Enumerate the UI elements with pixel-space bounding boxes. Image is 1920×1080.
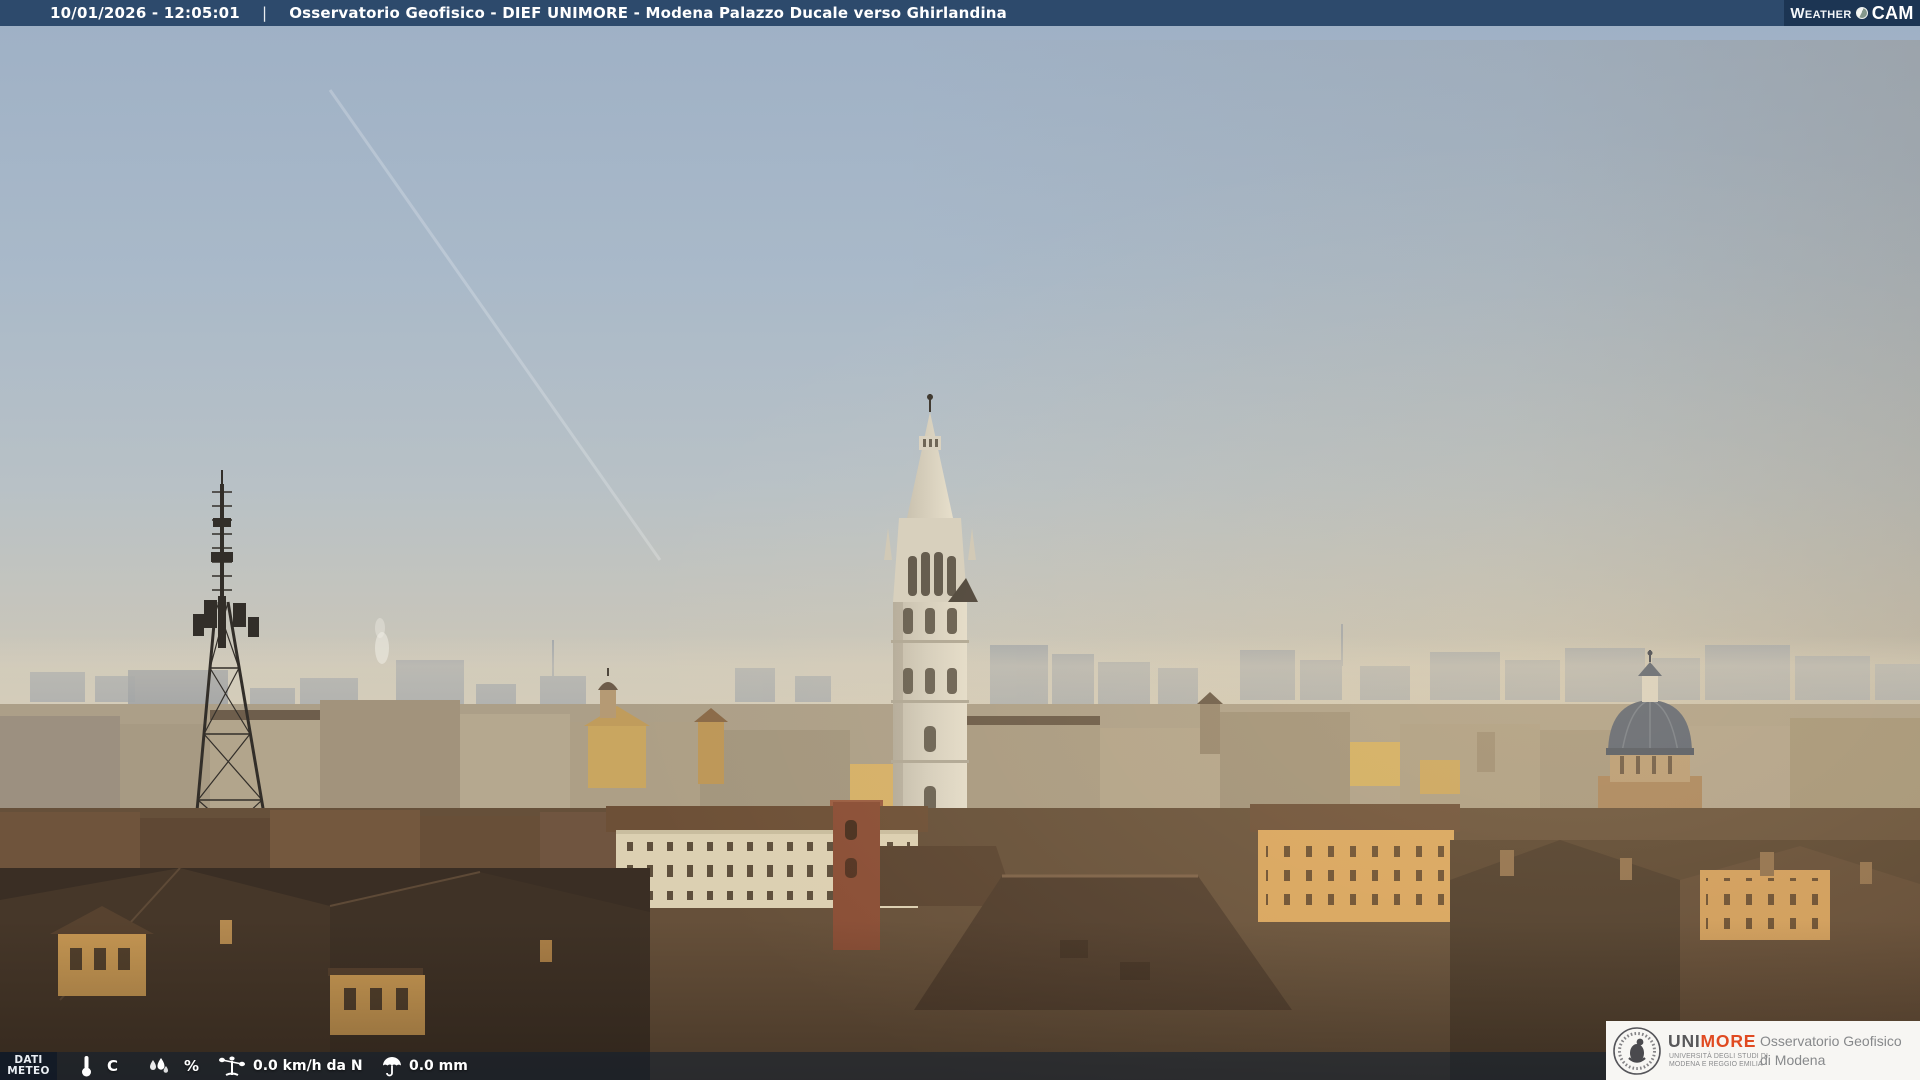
anemometer-icon (219, 1056, 245, 1076)
camera-title: Osservatorio Geofisico - DIEF UNIMORE - … (289, 4, 1008, 22)
unimore-seal-icon (1613, 1027, 1661, 1075)
weathercam-badge[interactable]: Weather CAM (1784, 0, 1920, 26)
dati-meteo-label: DATI METEO (0, 1052, 57, 1080)
cam-label: CAM (1871, 2, 1914, 23)
droplets-icon (150, 1058, 168, 1073)
separator: | (261, 4, 268, 22)
humidity-reading: % (146, 1052, 199, 1080)
more-text: MORE (1700, 1031, 1757, 1051)
sunlight-glow (0, 0, 1920, 1080)
umbrella-icon (383, 1056, 401, 1076)
thermometer-icon (82, 1056, 91, 1077)
rain-value: 0.0 mm (409, 1058, 468, 1074)
title-bar: 10/01/2026 - 12:05:01 | Osservatorio Geo… (0, 0, 1920, 26)
temperature-unit: C (107, 1057, 119, 1075)
wind-reading: 0.0 km/h da N (218, 1052, 363, 1080)
temperature-reading: C (80, 1052, 118, 1080)
webcam-photo (0, 0, 1920, 1080)
rain-reading: 0.0 mm (382, 1052, 468, 1080)
globe-icon (1855, 7, 1868, 19)
weather-label: Weather (1790, 4, 1852, 22)
humidity-unit: % (184, 1057, 200, 1075)
uni-text: UNI (1668, 1031, 1701, 1051)
university-subtitle: UNIVERSITÀ DEGLI STUDI DI MODENA E REGGI… (1669, 1053, 1769, 1068)
observatory-name: Osservatorio Geofisico di Modena (1760, 1033, 1902, 1068)
webcam-viewer: 10/01/2026 - 12:05:01 | Osservatorio Geo… (0, 0, 1920, 1080)
unimore-logo-box[interactable]: UNIMORE UNIVERSITÀ DEGLI STUDI DI MODENA… (1606, 1021, 1920, 1080)
wind-value: 0.0 km/h da N (253, 1058, 363, 1074)
timestamp-text: 10/01/2026 - 12:05:01 (50, 4, 240, 22)
unimore-wordmark: UNIMORE (1668, 1031, 1756, 1052)
